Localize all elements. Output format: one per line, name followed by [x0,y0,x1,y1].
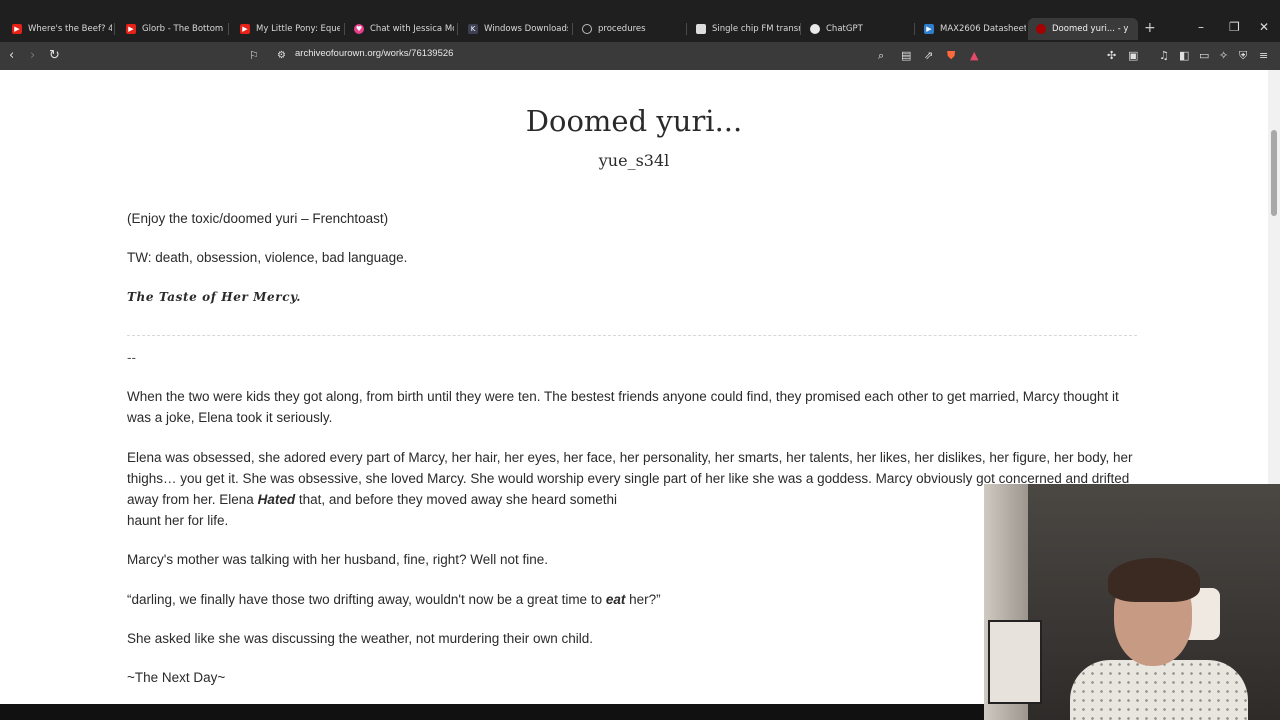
tab-label: ChatGPT [826,24,863,34]
work-title: Doomed yuri... [525,104,743,138]
tab-label: Where's the Beef? 40th [28,24,112,34]
close-window-icon[interactable]: ✕ [1259,20,1269,34]
work-author[interactable]: yue_s34l [0,151,1268,170]
paragraph-4-text-end: her?” [625,592,661,607]
paragraph-2-text-end: haunt her for life. [127,513,229,528]
toolbar: ‹ › ↻ ⚐ ⚙ ⌕ ▤ ⇗ ⛊ ▲ ✣ ▣ ♫ ◧ ▭ ✧ ⛨ ≡ [0,42,1280,70]
heart-icon: ♥ [354,24,364,34]
paragraph-2-text-cont: that, and before they moved away she hea… [295,492,618,507]
media-icon[interactable]: ♫ [1159,47,1169,65]
reload-icon[interactable]: ↻ [49,47,60,65]
tab-1[interactable]: ▶ Glorb - The Bottom 2 [118,18,226,40]
tab-label: Doomed yuri... - y [1052,24,1129,34]
tab-2[interactable]: ▶ My Little Pony: Equest [232,18,340,40]
restore-icon[interactable]: ❐ [1229,20,1240,34]
vpn-icon[interactable]: ⛨ [1239,47,1247,65]
chatgpt-icon [810,24,820,34]
emphasis-eat: eat [605,592,626,607]
new-tab-icon[interactable]: + [1144,20,1156,36]
youtube-icon: ▶ [126,24,136,34]
reader-icon[interactable]: ▤ [901,47,911,65]
tab-9[interactable]: Doomed yuri... - y ✕ [1028,18,1138,40]
globe-icon [582,24,592,34]
zoom-icon[interactable]: ⌕ [878,47,884,65]
tab-label: Chat with Jessica Mck [370,24,454,34]
rewards-icon[interactable]: ▲ [970,47,978,65]
trigger-warning: TW: death, obsession, violence, bad lang… [127,250,408,265]
tab-0[interactable]: ▶ Where's the Beef? 40th [4,18,112,40]
extensions-icon[interactable]: ✣ [1107,47,1116,65]
bookmark-icon[interactable]: ⚐ [249,47,259,65]
webcam-overlay [984,484,1280,720]
intro-note: (Enjoy the toxic/doomed yuri – Frenchtoa… [127,211,389,226]
tab-bar: ▶ Where's the Beef? 40th ▶ Glorb - The B… [0,0,1280,42]
tab-5[interactable]: procedures [574,18,686,40]
tab-3[interactable]: ♥ Chat with Jessica Mck [346,18,454,40]
ki-icon: K [468,24,478,34]
menu-icon[interactable]: ≡ [1259,47,1268,65]
dashes: -- [127,350,136,365]
tab-label: Single chip FM transm [712,24,800,34]
link-icon [696,24,706,34]
scrollbar-thumb[interactable] [1271,130,1277,216]
tab-7[interactable]: ChatGPT [802,18,914,40]
back-icon[interactable]: ‹ [9,47,14,65]
emphasis-hated: Hated [257,492,296,507]
tab-6[interactable]: Single chip FM transm [688,18,800,40]
divider [127,335,1137,336]
youtube-icon: ▶ [240,24,250,34]
tab-label: My Little Pony: Equest [256,24,340,34]
wallet-icon[interactable]: ▭ [1199,47,1209,65]
chapter-title: The Taste of Her Mercy. [127,290,302,304]
tab-label: Glorb - The Bottom 2 [142,24,226,34]
sidebar-icon[interactable]: ◧ [1179,47,1189,65]
play-icon: ▶ [924,24,934,34]
tab-label: MAX2606 Datasheet a [940,24,1026,34]
minimize-icon[interactable]: – [1198,20,1204,34]
youtube-icon: ▶ [12,24,22,34]
forward-icon[interactable]: › [30,47,35,65]
tab-label: Windows Downloads | [484,24,568,34]
tab-label: procedures [598,24,646,34]
close-tab-icon[interactable]: ✕ [1134,24,1138,35]
screenshot-icon[interactable]: ▣ [1128,47,1138,65]
tab-8[interactable]: ▶ MAX2606 Datasheet a [916,18,1026,40]
site-settings-icon[interactable]: ⚙ [277,47,286,65]
url-text[interactable]: archiveofourown.org/works/76139526 [295,48,453,59]
tab-4[interactable]: K Windows Downloads | [460,18,568,40]
paragraph-4-text: “darling, we finally have those two drif… [127,592,606,607]
ao3-icon [1036,24,1046,34]
share-icon[interactable]: ⇗ [924,47,933,65]
leo-icon[interactable]: ✧ [1219,47,1228,65]
brave-shield-icon[interactable]: ⛊ [947,47,955,65]
paragraph-1: When the two were kids they got along, f… [127,389,1119,425]
